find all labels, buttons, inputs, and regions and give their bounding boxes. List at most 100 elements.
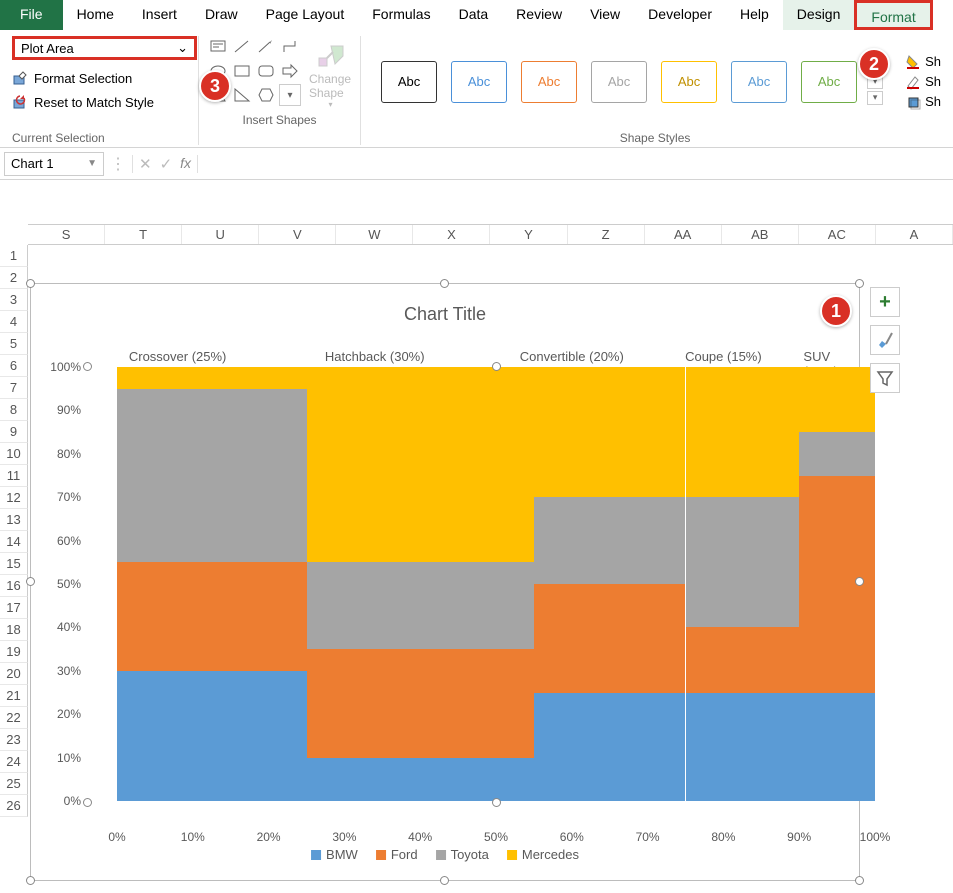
row-header[interactable]: 19	[0, 641, 28, 663]
legend[interactable]: BMWFordToyotaMercedes	[311, 847, 579, 862]
column-header[interactable]: Y	[490, 225, 567, 244]
row-header[interactable]: 12	[0, 487, 28, 509]
resize-handle[interactable]	[440, 279, 449, 288]
chart-title[interactable]: Chart Title	[31, 304, 859, 325]
column-header[interactable]: U	[182, 225, 259, 244]
legend-item[interactable]: Ford	[376, 847, 418, 862]
name-box[interactable]: Chart 1 ▼	[4, 152, 104, 176]
row-header[interactable]: 21	[0, 685, 28, 707]
data-segment[interactable]	[307, 367, 534, 562]
resize-handle[interactable]	[440, 876, 449, 885]
data-segment[interactable]	[307, 649, 534, 758]
style-swatch-5[interactable]: Abc	[661, 61, 717, 103]
row-header[interactable]: 11	[0, 465, 28, 487]
data-segment[interactable]	[307, 758, 534, 801]
data-segment[interactable]	[686, 367, 800, 497]
column-header[interactable]: Z	[568, 225, 645, 244]
row-header[interactable]: 6	[0, 355, 28, 377]
row-header[interactable]: 25	[0, 773, 28, 795]
column-header[interactable]: AC	[799, 225, 876, 244]
data-segment[interactable]	[686, 693, 800, 802]
tab-help[interactable]: Help	[726, 0, 783, 30]
chart-elements-button[interactable]: +	[870, 287, 900, 317]
row-header[interactable]: 26	[0, 795, 28, 817]
tab-draw[interactable]: Draw	[191, 0, 252, 30]
row-header[interactable]: 7	[0, 377, 28, 399]
column-header[interactable]: W	[336, 225, 413, 244]
legend-item[interactable]: BMW	[311, 847, 358, 862]
column-header[interactable]: V	[259, 225, 336, 244]
tab-developer[interactable]: Developer	[634, 0, 726, 30]
resize-handle[interactable]	[855, 876, 864, 885]
resize-handle[interactable]	[855, 279, 864, 288]
data-segment[interactable]	[686, 497, 800, 627]
tab-file[interactable]: File	[0, 0, 63, 30]
row-header[interactable]: 8	[0, 399, 28, 421]
row-header[interactable]: 13	[0, 509, 28, 531]
data-segment[interactable]	[799, 476, 875, 693]
tab-formulas[interactable]: Formulas	[358, 0, 444, 30]
plot-area[interactable]	[117, 367, 875, 801]
plot-handle[interactable]	[492, 362, 501, 371]
data-segment[interactable]	[799, 367, 875, 432]
chart-element-dropdown[interactable]: Plot Area ⌄	[12, 36, 197, 60]
column-header[interactable]: X	[413, 225, 490, 244]
shape-effects-button[interactable]: Sh	[905, 94, 941, 110]
tab-format[interactable]: Format	[854, 0, 932, 30]
resize-handle[interactable]	[26, 279, 35, 288]
data-segment[interactable]	[534, 497, 686, 584]
row-header[interactable]: 16	[0, 575, 28, 597]
tab-review[interactable]: Review	[502, 0, 576, 30]
formula-input[interactable]	[204, 152, 949, 176]
legend-item[interactable]: Toyota	[436, 847, 489, 862]
shapes-more-icon[interactable]: ▾	[279, 84, 301, 106]
chart-styles-button[interactable]	[870, 325, 900, 355]
column-header[interactable]: A	[876, 225, 953, 244]
row-header[interactable]: 5	[0, 333, 28, 355]
resize-handle[interactable]	[855, 577, 864, 586]
plot-handle[interactable]	[83, 798, 92, 807]
cancel-icon[interactable]: ✕	[139, 155, 152, 173]
data-segment[interactable]	[534, 584, 686, 693]
row-header[interactable]: 20	[0, 663, 28, 685]
column-header[interactable]: T	[105, 225, 182, 244]
tab-view[interactable]: View	[576, 0, 634, 30]
row-header[interactable]: 23	[0, 729, 28, 751]
data-segment[interactable]	[799, 432, 875, 475]
plot-handle[interactable]	[492, 798, 501, 807]
column-header[interactable]: S	[28, 225, 105, 244]
row-header[interactable]: 1	[0, 245, 28, 267]
data-segment[interactable]	[534, 367, 686, 497]
gallery-more-icon[interactable]: ▾	[867, 91, 883, 105]
style-swatch-1[interactable]: Abc	[381, 61, 437, 103]
row-header[interactable]: 9	[0, 421, 28, 443]
data-segment[interactable]	[307, 562, 534, 649]
resize-handle[interactable]	[26, 876, 35, 885]
fx-icon[interactable]: fx	[180, 155, 191, 173]
row-header[interactable]: 17	[0, 597, 28, 619]
tab-insert[interactable]: Insert	[128, 0, 191, 30]
data-segment[interactable]	[117, 562, 307, 671]
style-swatch-7[interactable]: Abc	[801, 61, 857, 103]
data-segment[interactable]	[799, 693, 875, 802]
row-header[interactable]: 3	[0, 289, 28, 311]
chart-filter-button[interactable]	[870, 363, 900, 393]
column-header[interactable]: AB	[722, 225, 799, 244]
format-selection-button[interactable]: Format Selection	[12, 70, 132, 86]
column-header[interactable]: AA	[645, 225, 722, 244]
tab-data[interactable]: Data	[445, 0, 503, 30]
row-header[interactable]: 18	[0, 619, 28, 641]
tab-home[interactable]: Home	[63, 0, 128, 30]
data-segment[interactable]	[534, 693, 686, 802]
tab-page-layout[interactable]: Page Layout	[252, 0, 359, 30]
tab-design[interactable]: Design	[783, 0, 855, 30]
row-header[interactable]: 14	[0, 531, 28, 553]
shape-outline-button[interactable]: Sh	[905, 74, 941, 90]
style-swatch-2[interactable]: Abc	[451, 61, 507, 103]
style-swatch-3[interactable]: Abc	[521, 61, 577, 103]
chart-object[interactable]: Chart Title Crossover (25%)Hatchback (30…	[30, 283, 860, 881]
collapse-icon[interactable]: ⋮	[110, 154, 126, 174]
row-header[interactable]: 15	[0, 553, 28, 575]
row-header[interactable]: 22	[0, 707, 28, 729]
row-header[interactable]: 2	[0, 267, 28, 289]
